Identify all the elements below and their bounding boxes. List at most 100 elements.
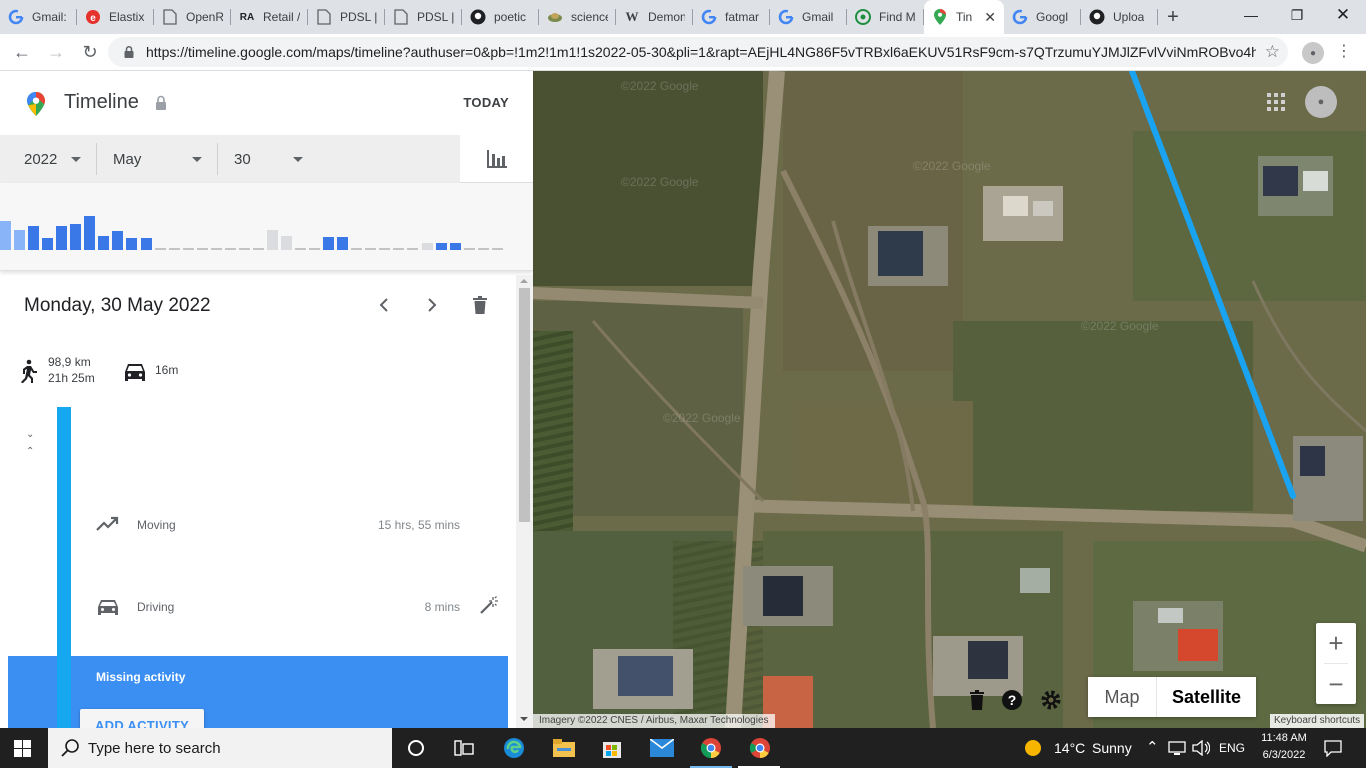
histogram-bar[interactable] [224, 248, 236, 250]
histogram-bar[interactable] [337, 237, 349, 250]
tab-close-icon[interactable]: ✕ [984, 9, 996, 26]
histogram-bar[interactable] [126, 238, 138, 250]
histogram-bar[interactable] [323, 237, 335, 250]
browser-tab[interactable]: PDSL | [385, 0, 462, 34]
browser-tab[interactable]: fatmar [693, 0, 770, 34]
day-select[interactable]: 30 [234, 135, 314, 183]
apps-grid-icon[interactable] [1267, 93, 1285, 111]
histogram-bar[interactable] [281, 236, 292, 250]
scrollbar-thumb[interactable] [519, 288, 530, 522]
browser-tab[interactable]: Gmail [770, 0, 847, 34]
show-hidden-icons-icon[interactable]: ⌃ [1146, 738, 1159, 756]
cortana-icon[interactable] [404, 736, 428, 760]
histogram-bar[interactable] [491, 248, 503, 250]
edge-icon[interactable] [502, 736, 526, 760]
help-icon[interactable]: ? [1001, 689, 1023, 711]
windows-start-icon[interactable] [14, 740, 31, 757]
clock-date[interactable]: 6/3/2022 [1254, 749, 1314, 761]
browser-tab[interactable]: science [539, 0, 616, 34]
collapse-up-icon[interactable]: ⌃ [26, 446, 34, 457]
map-view-button[interactable]: Map [1088, 677, 1157, 717]
input-language[interactable]: ENG [1219, 741, 1245, 755]
browser-menu-icon[interactable]: ⋮ [1336, 42, 1352, 62]
activity-driving[interactable]: Driving 8 mins [0, 587, 516, 627]
reload-button[interactable]: ↻ [74, 36, 106, 68]
clock-time[interactable]: 11:48 AM [1254, 732, 1314, 744]
histogram-bar[interactable] [14, 230, 26, 250]
browser-tab[interactable]: PDSL | [308, 0, 385, 34]
magic-wand-icon[interactable] [478, 596, 498, 616]
histogram-bar[interactable] [435, 243, 447, 250]
browser-tab[interactable]: W Demon [616, 0, 693, 34]
mail-icon[interactable] [650, 736, 674, 760]
expand-down-icon[interactable]: ⌄ [26, 429, 34, 440]
lock-icon[interactable] [122, 45, 136, 59]
histogram-bar[interactable] [309, 248, 321, 250]
histogram-bar[interactable] [252, 248, 264, 250]
histogram-bar[interactable] [407, 248, 419, 250]
satellite-map[interactable]: ©2022 Google ©2022 Google ©2022 Google ©… [533, 71, 1366, 728]
zoom-in-button[interactable]: + [1316, 623, 1356, 663]
histogram-bar[interactable] [421, 243, 433, 250]
task-view-icon[interactable] [452, 736, 476, 760]
histogram-bar[interactable] [182, 248, 194, 250]
chrome-icon[interactable] [748, 736, 772, 760]
settings-gear-icon[interactable] [1040, 689, 1062, 711]
histogram-bar[interactable] [42, 238, 54, 250]
browser-tab[interactable]: RA Retail / [231, 0, 308, 34]
histogram-bar[interactable] [112, 231, 124, 250]
histogram-bar[interactable] [477, 248, 489, 250]
histogram-bar[interactable] [266, 230, 278, 250]
histogram-bar[interactable] [154, 248, 166, 250]
histogram-bar[interactable] [351, 248, 363, 250]
add-activity-button[interactable]: ADD ACTIVITY [80, 709, 204, 728]
sunny-weather-icon[interactable] [1024, 739, 1042, 757]
histogram-bar[interactable] [393, 248, 405, 250]
browser-tab[interactable]: Googl [1004, 0, 1081, 34]
back-button[interactable]: ← [6, 36, 38, 68]
address-bar[interactable]: https://timeline.google.com/maps/timelin… [108, 37, 1288, 67]
month-select[interactable]: May [113, 135, 217, 183]
histogram-bar[interactable] [210, 248, 222, 250]
histogram-bar[interactable] [365, 248, 377, 250]
histogram-bar[interactable] [238, 248, 250, 250]
histogram-bar[interactable] [295, 248, 307, 250]
browser-tab[interactable]: Gmail: [0, 0, 77, 34]
delete-day-button[interactable] [468, 293, 492, 317]
notifications-icon[interactable] [1324, 740, 1342, 757]
scroll-down-arrow[interactable] [520, 717, 528, 721]
weather-temperature[interactable]: 14°C [1054, 740, 1085, 756]
microsoft-store-icon[interactable] [600, 736, 624, 760]
new-tab-button[interactable]: + [1158, 0, 1188, 34]
keyboard-shortcuts-link[interactable]: Keyboard shortcuts [1270, 714, 1365, 728]
taskbar-search-box[interactable]: Type here to search [48, 728, 392, 768]
histogram-bar[interactable] [70, 224, 82, 250]
minimize-button[interactable]: — [1228, 0, 1274, 30]
volume-icon[interactable] [1192, 740, 1210, 756]
forward-button[interactable]: → [40, 36, 72, 68]
histogram-bar[interactable] [168, 248, 180, 250]
bookmark-star-icon[interactable]: ☆ [1265, 42, 1280, 62]
weather-condition[interactable]: Sunny [1092, 740, 1132, 756]
daily-activity-histogram[interactable] [0, 183, 533, 271]
stats-button[interactable] [460, 135, 533, 183]
zoom-out-button[interactable]: − [1316, 664, 1356, 704]
browser-tab[interactable]: poetic [462, 0, 539, 34]
histogram-bar[interactable] [449, 243, 461, 250]
histogram-bar[interactable] [0, 221, 11, 250]
scroll-up-arrow[interactable] [520, 279, 528, 283]
browser-tab[interactable]: Find M [847, 0, 924, 34]
histogram-bar[interactable] [463, 248, 475, 250]
histogram-bar[interactable] [28, 226, 40, 250]
histogram-bar[interactable] [98, 236, 110, 250]
profile-avatar[interactable]: ● [1302, 42, 1324, 64]
next-day-button[interactable] [420, 293, 444, 317]
previous-day-button[interactable] [372, 293, 396, 317]
histogram-bar[interactable] [84, 216, 96, 250]
satellite-view-button[interactable]: Satellite [1157, 677, 1256, 717]
browser-tab[interactable]: Uploa [1081, 0, 1158, 34]
window-close-button[interactable]: ✕ [1320, 0, 1366, 30]
histogram-bar[interactable] [379, 248, 391, 250]
histogram-bar[interactable] [140, 238, 152, 250]
today-button[interactable]: TODAY [463, 95, 509, 110]
